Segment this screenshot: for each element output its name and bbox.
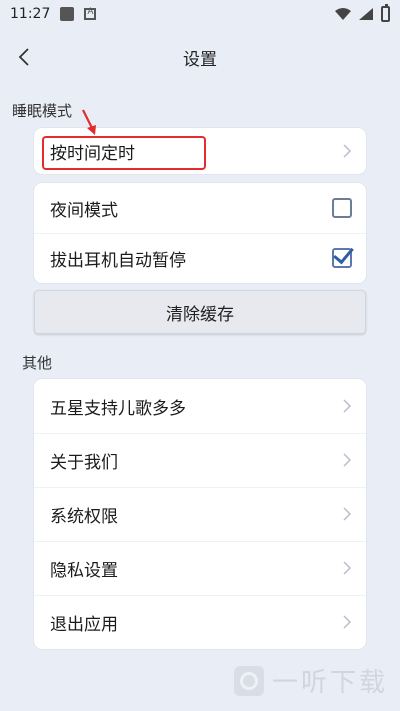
- chevron-right-icon: [343, 507, 352, 521]
- list-item-label: 关于我们: [50, 452, 118, 473]
- battery-icon: [381, 4, 390, 22]
- list-item-label: 五星支持儿歌多多: [50, 398, 186, 419]
- headphone-pause-label: 拔出耳机自动暂停: [50, 250, 186, 271]
- night-mode-label: 夜间模式: [50, 200, 118, 221]
- status-bar: 11:27: [0, 0, 400, 28]
- signal-icon: [359, 8, 373, 20]
- wifi-icon: [335, 8, 351, 20]
- clear-cache-button[interactable]: 清除缓存: [34, 290, 366, 334]
- list-item[interactable]: 系统权限: [34, 487, 366, 541]
- chevron-right-icon: [343, 399, 352, 413]
- headphone-pause-row[interactable]: 拔出耳机自动暂停: [34, 233, 366, 283]
- chevron-left-icon: [18, 48, 29, 66]
- list-item[interactable]: 五星支持儿歌多多: [34, 379, 366, 433]
- headphone-pause-checkbox[interactable]: [332, 248, 352, 268]
- notification-icon: [60, 7, 75, 21]
- toggle-card: 夜间模式 拔出耳机自动暂停: [34, 183, 366, 283]
- list-item-label: 隐私设置: [50, 560, 118, 581]
- list-item[interactable]: 关于我们: [34, 433, 366, 487]
- watermark: 一听下载: [233, 662, 388, 699]
- status-time: 11:27: [10, 6, 51, 22]
- page-title: 设置: [183, 49, 217, 70]
- chevron-right-icon: [343, 561, 352, 575]
- other-section-label: 其他: [22, 354, 53, 372]
- list-item-label: 退出应用: [50, 614, 118, 635]
- highlight-annotation: [42, 136, 206, 170]
- top-bar: 设置: [0, 28, 400, 86]
- other-card: 五星支持儿歌多多 关于我们 系统权限 隐私设置 退出应用: [34, 379, 366, 649]
- chevron-right-icon: [343, 453, 352, 467]
- night-mode-checkbox[interactable]: [332, 198, 352, 218]
- night-mode-row[interactable]: 夜间模式: [34, 183, 366, 233]
- app-notification-icon: [84, 7, 97, 20]
- list-item[interactable]: 退出应用: [34, 595, 366, 649]
- sleep-section-label: 睡眠模式: [12, 102, 73, 120]
- watermark-text: 一听下载: [271, 668, 388, 698]
- chevron-right-icon: [343, 615, 352, 629]
- list-item[interactable]: 隐私设置: [34, 541, 366, 595]
- annotation-arrow-icon: [82, 109, 96, 135]
- chevron-right-icon: [343, 144, 352, 158]
- list-item-label: 系统权限: [50, 506, 118, 527]
- watermark-logo-icon: [233, 665, 264, 696]
- back-button[interactable]: [8, 41, 40, 73]
